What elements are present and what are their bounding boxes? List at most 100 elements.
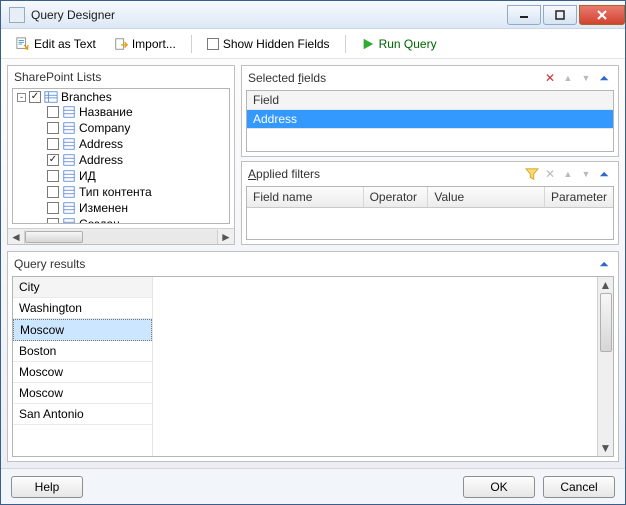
field-icon [62,201,76,215]
checkbox[interactable] [29,91,41,103]
query-results-header: Query results ⏶ [8,252,618,276]
tree-item-label: Address [79,153,123,167]
minimize-button[interactable] [507,5,541,25]
vscroll-track[interactable] [599,293,613,440]
edit-text-icon [16,37,30,51]
move-up-button[interactable]: ▲ [560,70,576,86]
checkbox[interactable] [47,202,59,214]
checkbox[interactable] [47,138,59,150]
tree-item-label: Company [79,121,130,135]
filter-up-button[interactable]: ▲ [560,166,576,182]
query-result-row[interactable]: Washington [13,298,152,319]
funnel-icon[interactable] [524,166,540,182]
selected-fields-label: Selected fields [248,71,326,85]
filters-collapse-button[interactable]: ⏶ [596,166,612,182]
run-query-button[interactable]: Run Query [354,34,444,54]
tree-root[interactable]: - Branches [17,90,229,104]
tree-item-label: Создан [79,217,120,224]
tree-item-label: ИД [79,169,96,183]
col-field-name: Field name [247,187,364,207]
query-designer-window: Query Designer Edit as Text Import... Sh… [0,0,626,505]
vscroll-thumb[interactable] [600,293,612,352]
show-hidden-label: Show Hidden Fields [223,37,330,51]
scroll-down-button[interactable]: ▼ [599,440,613,456]
app-icon [9,7,25,23]
tree-item-label: Название [79,105,133,119]
selected-fields-col-header: Field [247,91,613,110]
scroll-thumb[interactable] [25,231,83,243]
col-value: Value [428,187,545,207]
move-down-button[interactable]: ▼ [578,70,594,86]
col-operator: Operator [364,187,429,207]
scroll-left-button[interactable]: ◄ [8,230,24,244]
query-result-row[interactable]: Moscow [13,319,152,341]
tree-item[interactable]: Address [33,153,229,167]
scroll-up-button[interactable]: ▲ [599,277,613,293]
top-panels: SharePoint Lists - Branches Название Comp… [7,65,619,245]
sharepoint-tree[interactable]: - Branches Название Company Address Address… [12,88,230,224]
run-query-label: Run Query [379,37,437,51]
selected-field-row[interactable]: Address [247,110,613,129]
applied-filters-panel: Applied filters ✕ ▲ ▼ ⏶ Field name Opera… [241,161,619,245]
titlebar: Query Designer [1,1,625,29]
footer: Help OK Cancel [1,468,625,504]
tree-item-label: Address [79,137,123,151]
play-icon [361,37,375,51]
right-panels: Selected fields ✕ ▲ ▼ ⏶ Field Address Ap [241,65,619,245]
vertical-scrollbar[interactable]: ▲ ▼ [597,277,613,456]
selected-fields-panel: Selected fields ✕ ▲ ▼ ⏶ Field Address [241,65,619,157]
tree-item-label: Изменен [79,201,128,215]
checkbox[interactable] [47,170,59,182]
scroll-track[interactable] [24,230,218,244]
qr-collapse-button[interactable]: ⏶ [596,256,612,272]
checkbox[interactable] [47,186,59,198]
show-hidden-checkbox[interactable] [207,38,219,50]
selected-fields-list[interactable]: Field Address [246,90,614,152]
query-result-row[interactable]: San Antonio [13,404,152,425]
delete-filter-button[interactable]: ✕ [542,166,558,182]
checkbox[interactable] [47,154,59,166]
collapse-button[interactable]: ⏶ [596,70,612,86]
filters-table-head: Field name Operator Value Parameter [247,187,613,208]
tree-item[interactable]: Создан [33,217,229,224]
tree-item[interactable]: Изменен [33,201,229,215]
tree-item[interactable]: Тип контента [33,185,229,199]
ok-button[interactable]: OK [463,476,535,498]
tree-item[interactable]: Address [33,137,229,151]
import-button[interactable]: Import... [107,34,183,54]
qr-col-header: City [13,277,152,298]
query-result-row[interactable]: Boston [13,341,152,362]
field-icon [62,121,76,135]
field-icon [62,137,76,151]
import-label: Import... [132,37,176,51]
filter-down-button[interactable]: ▼ [578,166,594,182]
cancel-button[interactable]: Cancel [543,476,615,498]
tree-item[interactable]: Название [33,105,229,119]
query-result-row[interactable]: Moscow [13,362,152,383]
expander-icon[interactable]: - [17,93,26,102]
query-results-label: Query results [14,257,85,271]
toolbar-separator [345,35,346,53]
edit-as-text-label: Edit as Text [34,37,96,51]
delete-field-button[interactable]: ✕ [542,70,558,86]
checkbox[interactable] [47,218,59,224]
help-button[interactable]: Help [11,476,83,498]
scroll-right-button[interactable]: ► [218,230,234,244]
maximize-button[interactable] [543,5,577,25]
close-button[interactable] [579,5,625,25]
selected-fields-header: Selected fields ✕ ▲ ▼ ⏶ [242,66,618,90]
tree-item[interactable]: Company [33,121,229,135]
edit-as-text-button[interactable]: Edit as Text [9,34,103,54]
tree-item[interactable]: ИД [33,169,229,183]
query-result-row[interactable]: Moscow [13,383,152,404]
list-icon [44,90,58,104]
sharepoint-lists-label: SharePoint Lists [14,70,101,84]
query-results-body: City WashingtonMoscowBostonMoscowMoscowS… [12,276,614,457]
import-icon [114,37,128,51]
query-results-panel: Query results ⏶ City WashingtonMoscowBos… [7,251,619,462]
show-hidden-fields-button[interactable]: Show Hidden Fields [200,34,337,54]
checkbox[interactable] [47,106,59,118]
checkbox[interactable] [47,122,59,134]
horizontal-scrollbar[interactable]: ◄ ► [8,228,234,244]
field-icon [62,105,76,119]
